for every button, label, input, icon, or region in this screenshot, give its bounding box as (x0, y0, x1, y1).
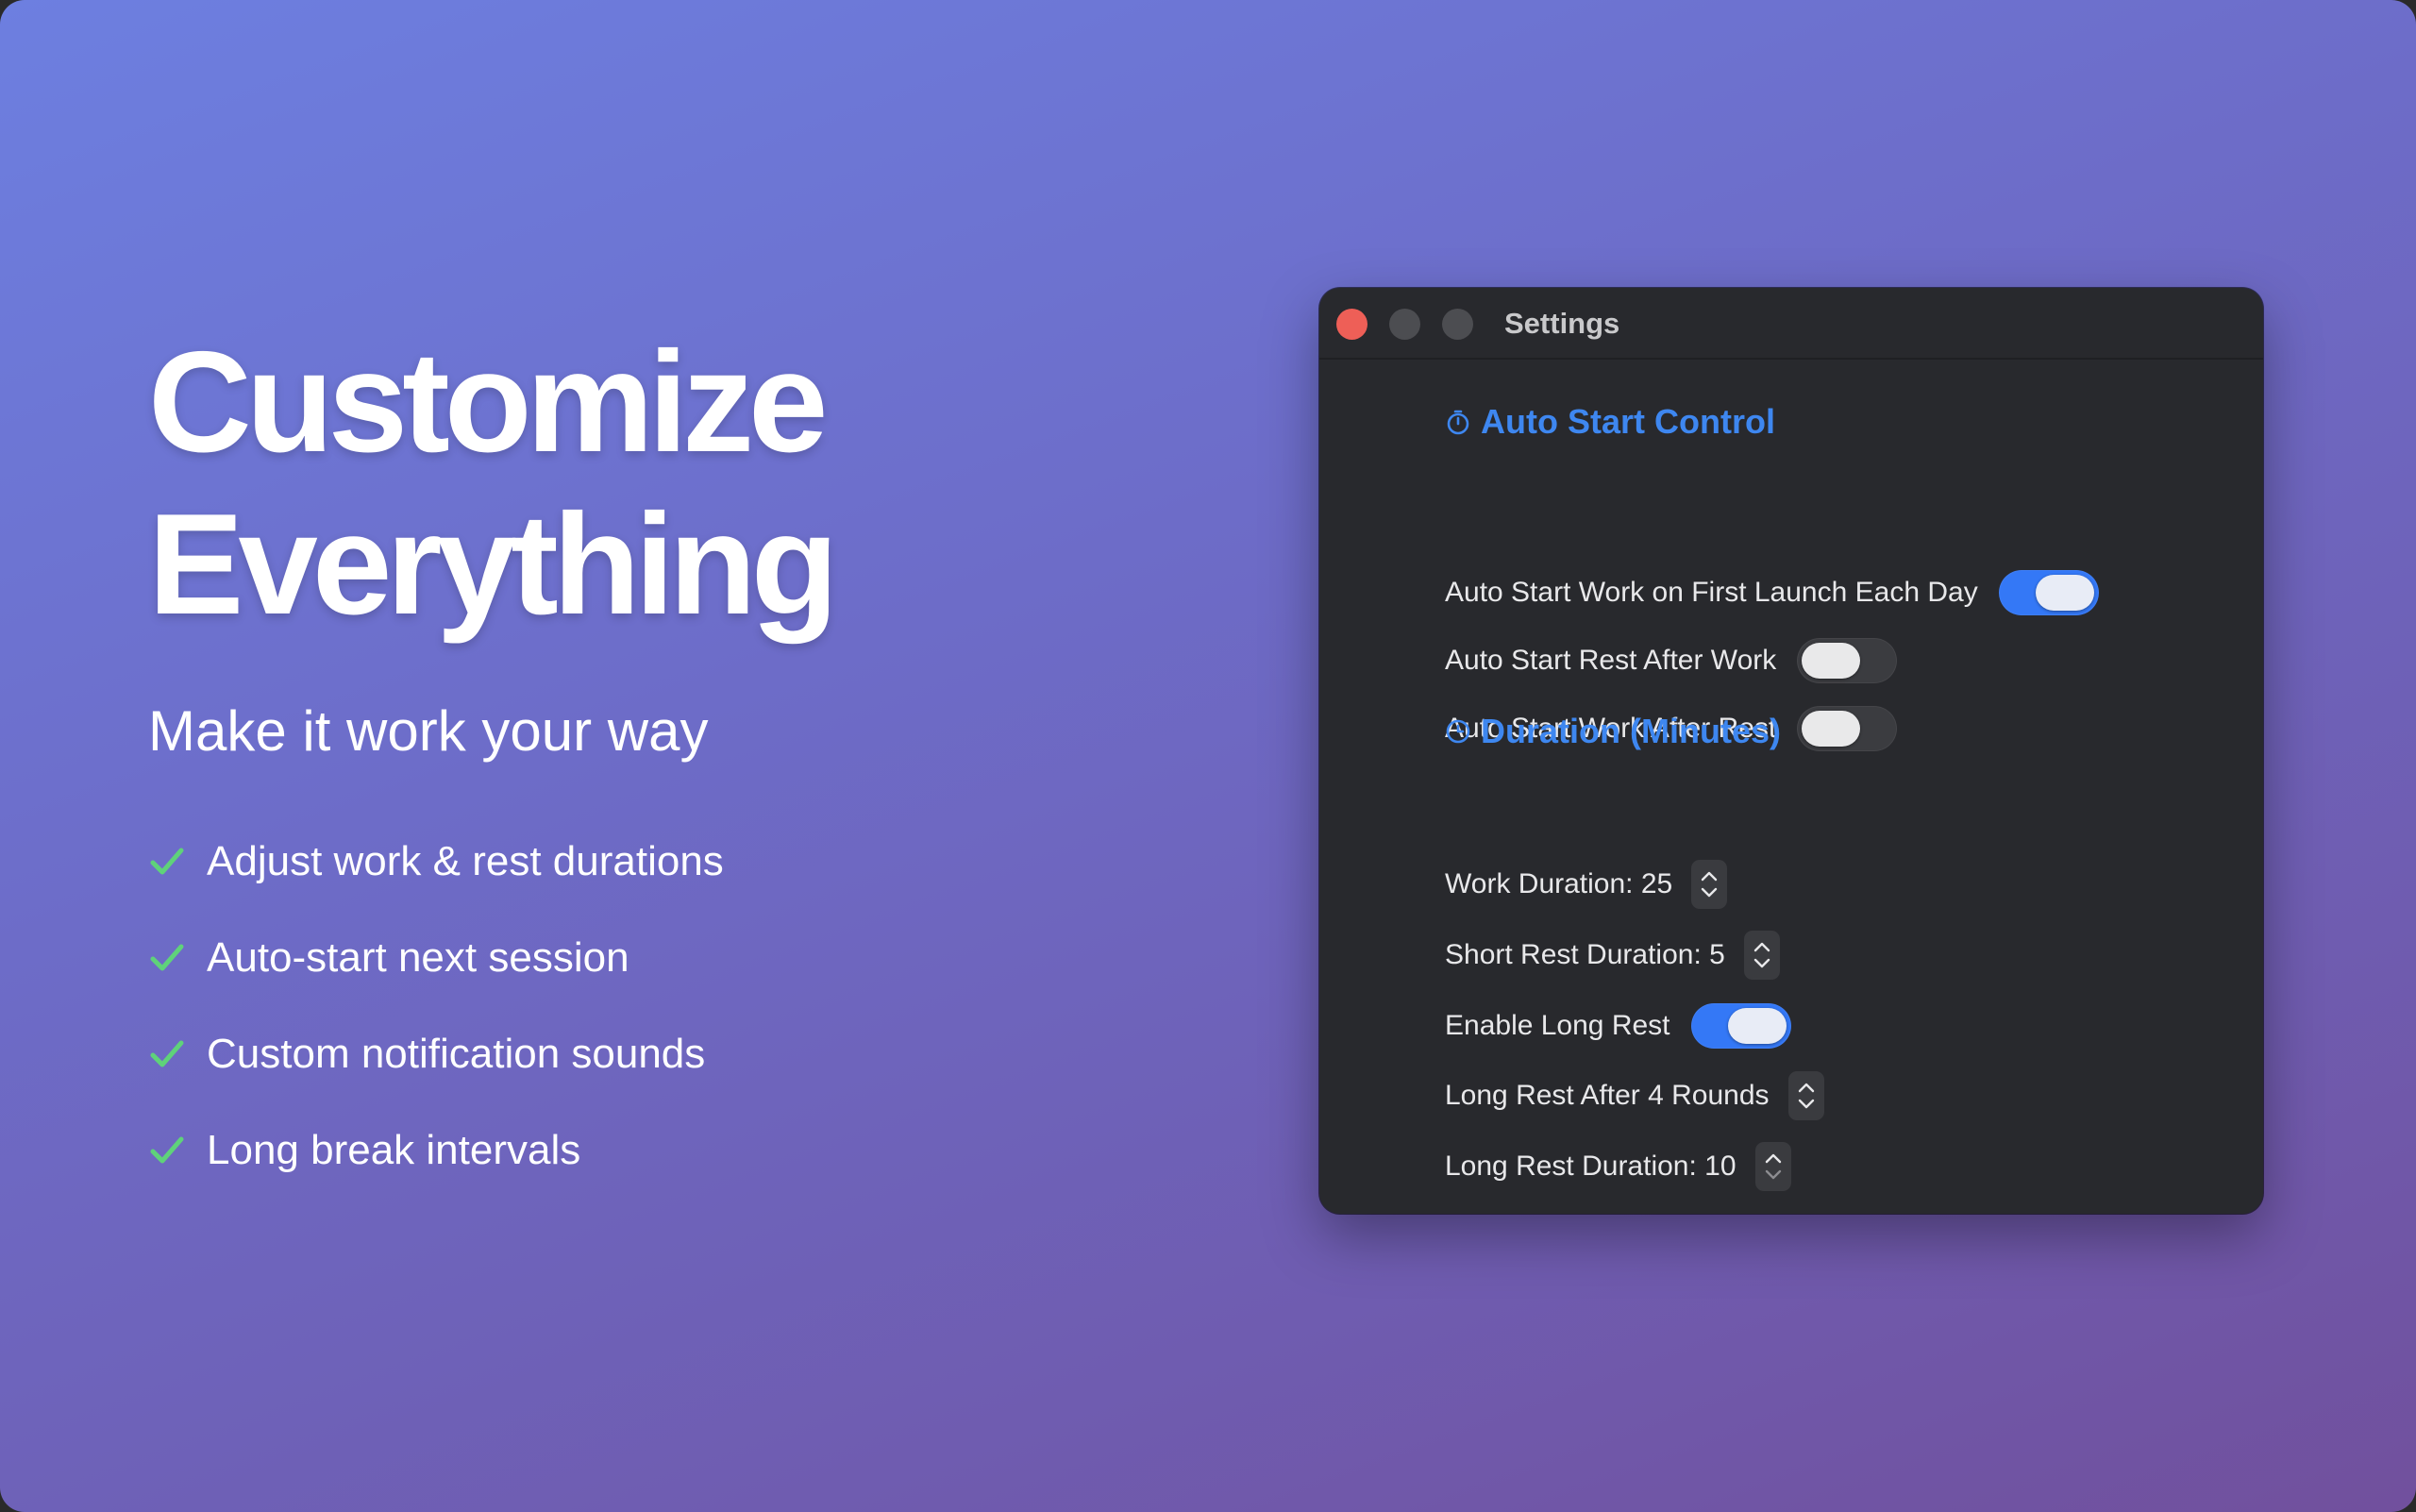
setting-row-auto-start-rest: Auto Start Rest After Work (1445, 636, 1898, 685)
checkmark-icon (150, 1136, 184, 1164)
clock-icon (1446, 719, 1470, 744)
feature-label: Auto-start next session (207, 934, 629, 981)
chevron-up-icon[interactable] (1753, 941, 1771, 952)
checkmark-icon (150, 944, 184, 971)
feature-label: Adjust work & rest durations (207, 838, 724, 884)
chevron-up-icon[interactable] (1700, 870, 1719, 882)
feature-label: Long break intervals (207, 1127, 581, 1173)
feature-label: Custom notification sounds (207, 1031, 706, 1077)
stopwatch-icon (1447, 410, 1469, 435)
promo-canvas: Customize Everything Make it work your w… (0, 0, 2416, 1512)
auto-start-first-launch-toggle[interactable] (1998, 570, 2099, 615)
title-bar[interactable]: Settings (1319, 288, 2263, 360)
window-title: Settings (1504, 307, 1620, 340)
feature-list: Adjust work & rest durations Auto-start … (148, 814, 1186, 1199)
long-rest-duration-stepper[interactable] (1754, 1142, 1791, 1191)
chevron-down-icon[interactable] (1764, 1169, 1783, 1181)
hero-copy: Customize Everything Make it work your w… (148, 321, 1186, 1199)
long-rest-after-stepper[interactable] (1787, 1071, 1824, 1120)
auto-start-rest-toggle[interactable] (1797, 638, 1898, 683)
headline-line-1: Customize (148, 322, 829, 482)
long-rest-duration-label: Long Rest Duration: 10 (1445, 1151, 1736, 1182)
work-duration-stepper[interactable] (1691, 860, 1728, 909)
enable-long-rest-label: Enable Long Rest (1445, 1010, 1670, 1041)
section-title-auto-start: Auto Start Control (1445, 401, 1775, 443)
checkmark-icon (150, 848, 184, 875)
settings-window: Settings Auto Start Control Auto Start W… (1319, 288, 2263, 1214)
subtitle: Make it work your way (148, 699, 709, 763)
section-title-duration: Duration (Minutes) (1445, 711, 1781, 752)
chevron-down-icon[interactable] (1700, 887, 1719, 899)
feature-item: Auto-start next session (148, 910, 1186, 1006)
feature-item: Custom notification sounds (148, 1006, 1186, 1102)
setting-label: Auto Start Rest After Work (1445, 645, 1777, 676)
auto-start-work-toggle[interactable] (1797, 706, 1898, 751)
short-rest-duration-label: Short Rest Duration: 5 (1445, 939, 1725, 970)
checkmark-icon (150, 1040, 184, 1067)
setting-row-long-rest-after: Long Rest After 4 Rounds (1445, 1071, 1824, 1120)
long-rest-after-label: Long Rest After 4 Rounds (1445, 1080, 1770, 1111)
section-title-text: Auto Start Control (1481, 402, 1775, 441)
close-button[interactable] (1336, 309, 1367, 340)
window-controls (1336, 309, 1473, 340)
chevron-down-icon[interactable] (1797, 1099, 1816, 1110)
work-duration-label: Work Duration: 25 (1445, 868, 1673, 899)
section-title-text: Duration (Minutes) (1481, 712, 1781, 750)
setting-row-enable-long-rest: Enable Long Rest (1445, 1001, 1791, 1050)
feature-item: Long break intervals (148, 1102, 1186, 1199)
setting-row-auto-start-first-launch: Auto Start Work on First Launch Each Day (1445, 568, 2099, 617)
minimize-button[interactable] (1389, 309, 1420, 340)
setting-row-work-duration: Work Duration: 25 (1445, 860, 1728, 909)
zoom-button[interactable] (1442, 309, 1473, 340)
short-rest-duration-stepper[interactable] (1743, 931, 1780, 980)
enable-long-rest-toggle[interactable] (1690, 1003, 1791, 1049)
setting-row-short-rest-duration: Short Rest Duration: 5 (1445, 931, 1780, 980)
chevron-up-icon[interactable] (1764, 1152, 1783, 1164)
setting-row-long-rest-duration: Long Rest Duration: 10 (1445, 1142, 1791, 1191)
setting-label: Auto Start Work on First Launch Each Day (1445, 577, 1978, 608)
chevron-up-icon[interactable] (1797, 1082, 1816, 1093)
feature-item: Adjust work & rest durations (148, 814, 1186, 910)
headline: Customize Everything (148, 321, 1186, 646)
chevron-down-icon[interactable] (1753, 958, 1771, 969)
headline-line-2: Everything (148, 484, 839, 645)
